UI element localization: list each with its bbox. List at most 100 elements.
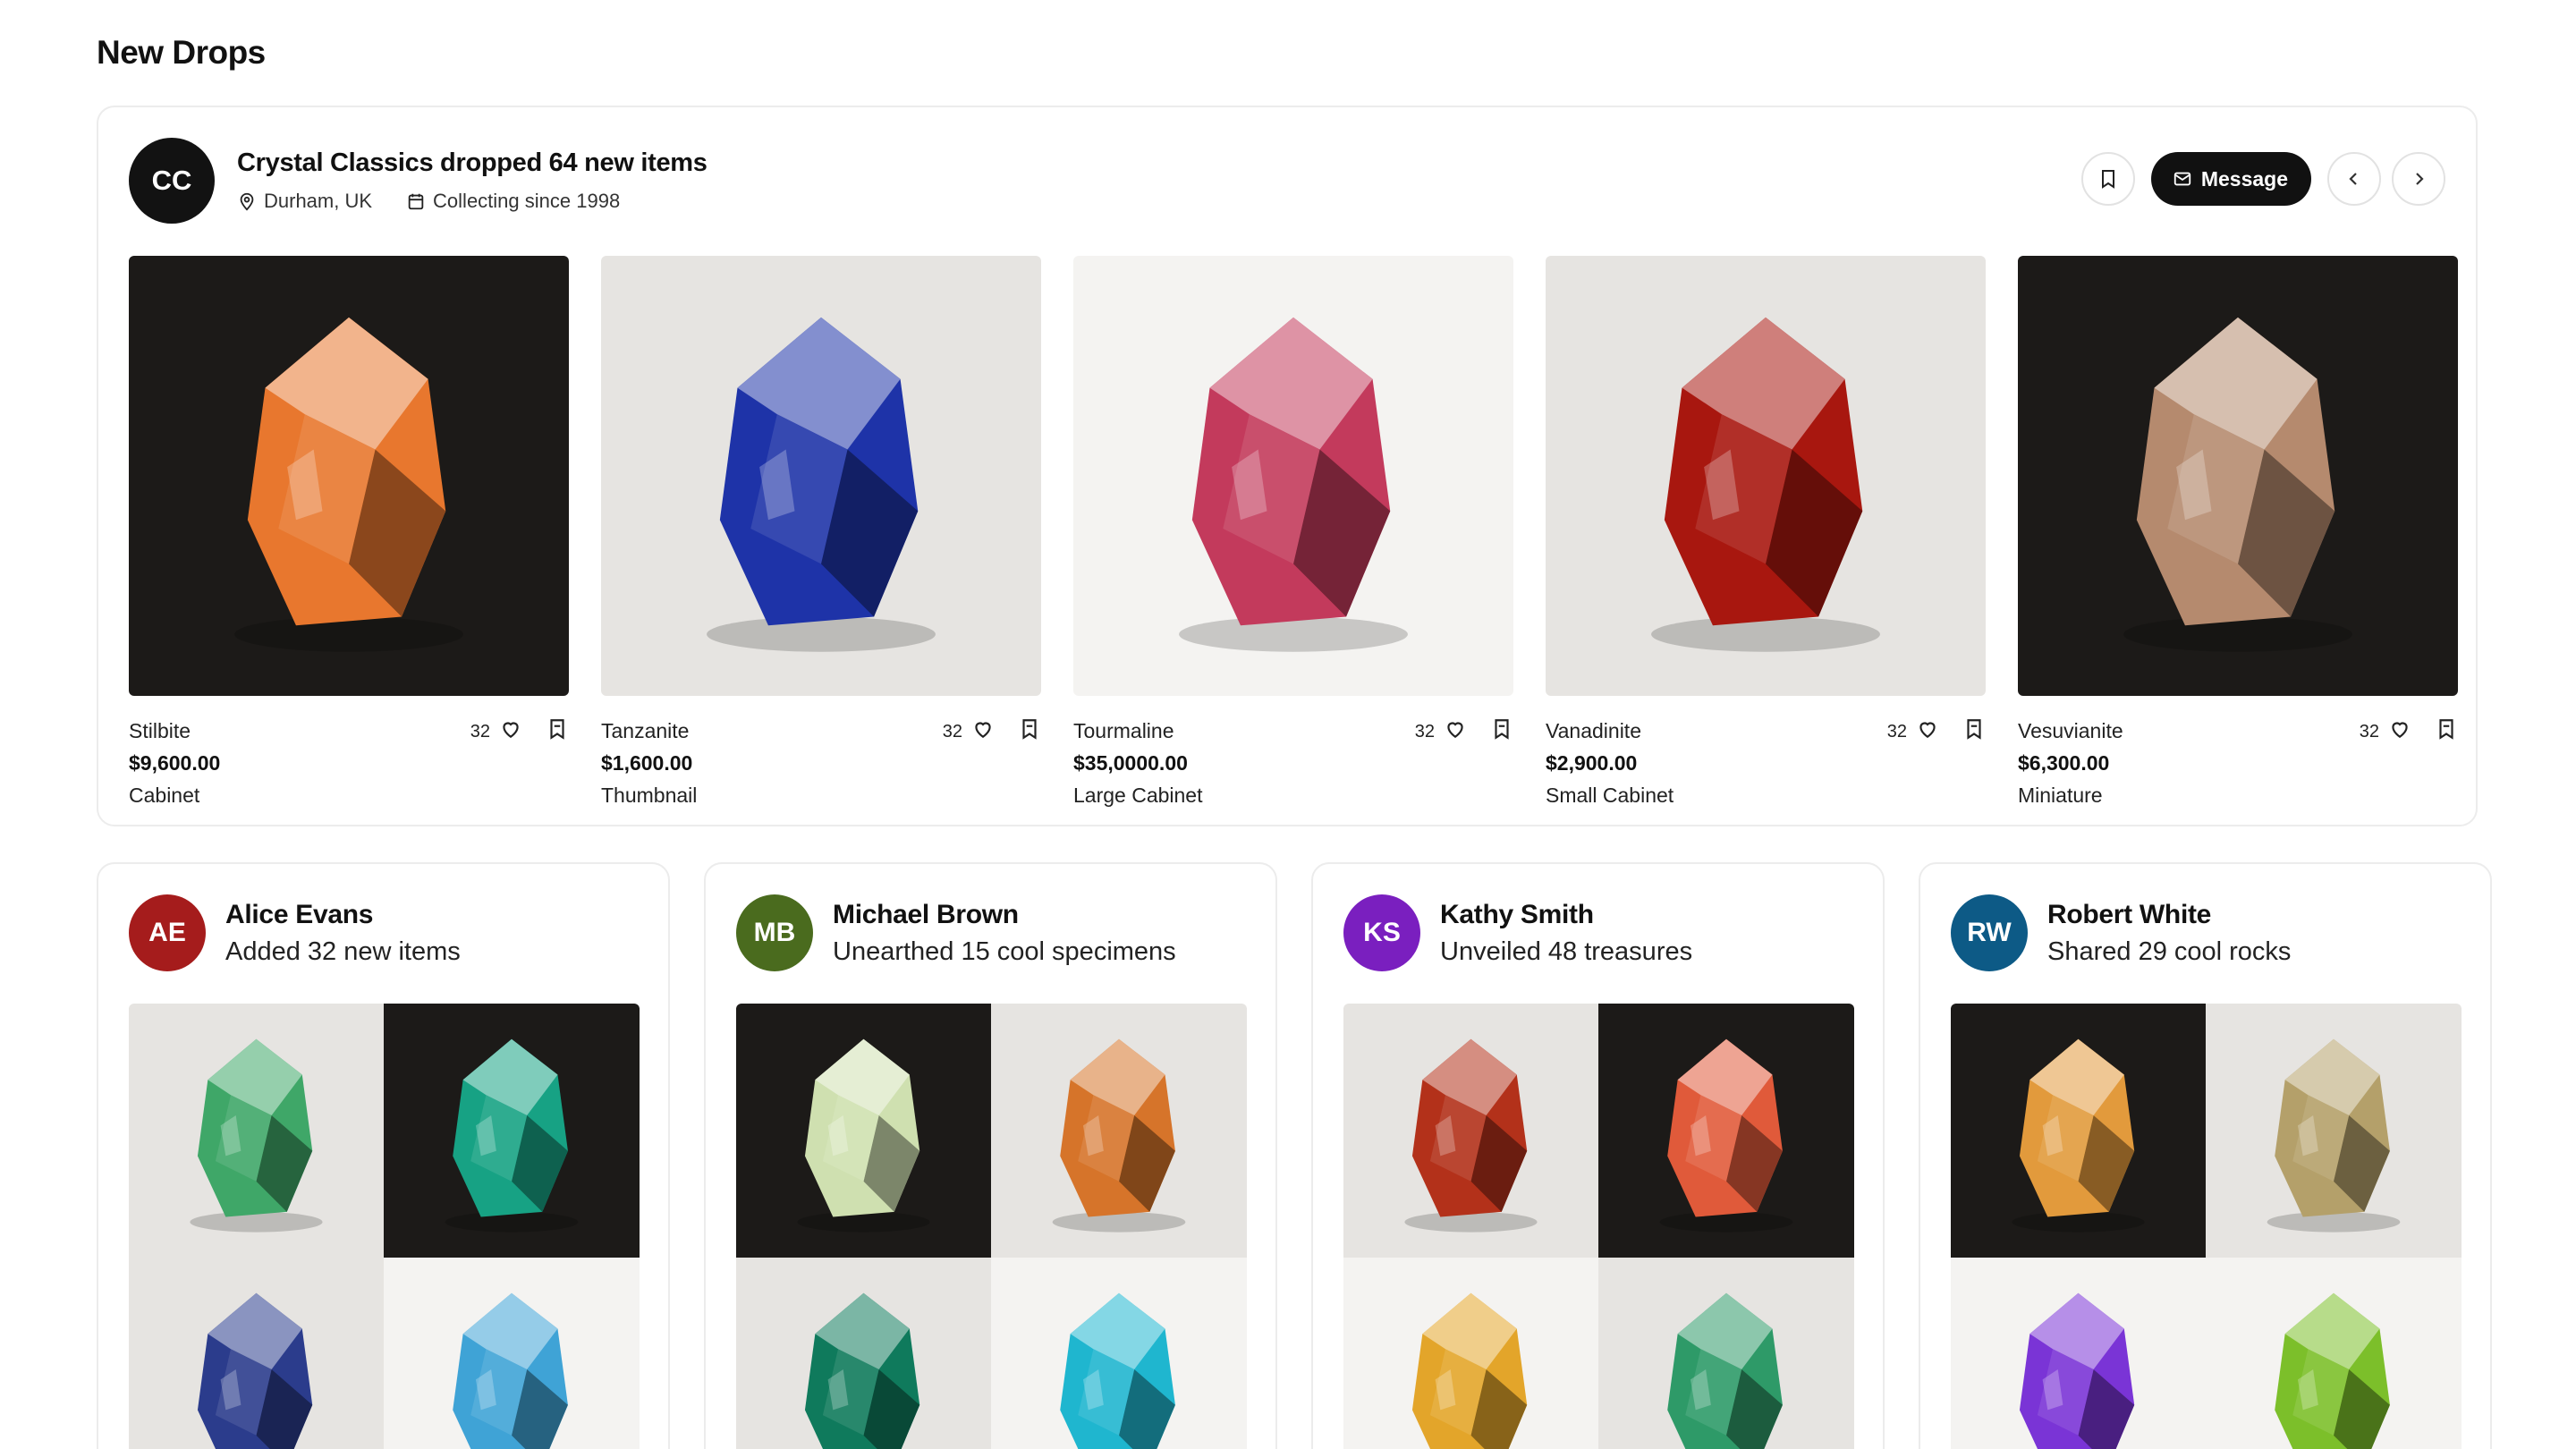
map-pin-icon: [240, 192, 254, 211]
message-button[interactable]: Message: [2150, 152, 2311, 206]
save-button[interactable]: [1018, 717, 1041, 746]
product-price: $35,0000.00: [1073, 751, 1188, 775]
collector-subtitle: Added 32 new items: [225, 937, 461, 966]
heart-icon: [2392, 722, 2408, 738]
product-image[interactable]: [1073, 256, 1513, 696]
specimen-thumbnail[interactable]: [129, 1004, 384, 1258]
specimen-thumbnail[interactable]: [1343, 1258, 1598, 1449]
specimen-thumbnail[interactable]: [1598, 1004, 1854, 1258]
bookmark-icon: [1967, 719, 1981, 740]
product-card[interactable]: Tanzanite $1,600.00 Thumbnail 32: [601, 256, 1041, 812]
product-size: Small Cabinet: [1546, 784, 1674, 807]
product-name[interactable]: Tourmaline: [1073, 719, 1174, 743]
page-title: New Drops: [97, 34, 266, 71]
location-text: Durham, UK: [264, 190, 373, 212]
like-button[interactable]: [971, 717, 995, 746]
like-button[interactable]: [2388, 717, 2411, 746]
collector-name[interactable]: Robert White: [2047, 900, 2211, 930]
save-seller-button[interactable]: [2080, 152, 2135, 206]
specimen-thumbnail[interactable]: [129, 1258, 384, 1449]
like-count: 32: [1886, 721, 1907, 741]
calendar-icon: [408, 193, 424, 210]
product-name[interactable]: Tanzanite: [601, 719, 689, 743]
drop-title[interactable]: Crystal Classics dropped 64 new items: [237, 148, 708, 178]
avatar[interactable]: AE: [129, 894, 206, 971]
collector-name[interactable]: Michael Brown: [833, 900, 1019, 930]
product-image[interactable]: [129, 256, 569, 696]
product-name[interactable]: Vanadinite: [1546, 719, 1641, 743]
product-image[interactable]: [601, 256, 1041, 696]
like-button[interactable]: [499, 717, 522, 746]
product-image[interactable]: [2018, 256, 2458, 696]
like-count: 32: [470, 721, 490, 741]
avatar[interactable]: MB: [736, 894, 813, 971]
product-price: $1,600.00: [601, 751, 693, 775]
specimen-thumbnail[interactable]: [1343, 1004, 1598, 1258]
specimen-thumbnail[interactable]: [1951, 1004, 2206, 1258]
product-size: Thumbnail: [601, 784, 698, 807]
next-button[interactable]: [2392, 152, 2445, 206]
specimen-thumbnail[interactable]: [1598, 1258, 1854, 1449]
product-card[interactable]: Stilbite $9,600.00 Cabinet 32: [129, 256, 569, 812]
like-count: 32: [1414, 721, 1435, 741]
save-button[interactable]: [546, 717, 569, 746]
product-card[interactable]: Tourmaline $35,0000.00 Large Cabinet 32: [1073, 256, 1513, 812]
bookmark-icon: [2101, 170, 2114, 189]
specimen-thumbnail[interactable]: [1951, 1258, 2206, 1449]
collector-card[interactable]: RW Robert White Shared 29 cool rocks: [1919, 862, 2492, 1449]
collector-subtitle: Shared 29 cool rocks: [2047, 937, 2292, 966]
avatar[interactable]: KS: [1343, 894, 1420, 971]
featured-drop-card: CC Crystal Classics dropped 64 new items…: [97, 106, 2478, 826]
collector-list: AE Alice Evans Added 32 new items MB Michael…: [97, 862, 2492, 1449]
specimen-thumbnail[interactable]: [2206, 1004, 2462, 1258]
mail-icon: [2174, 172, 2190, 186]
collector-card[interactable]: AE Alice Evans Added 32 new items: [97, 862, 670, 1449]
product-price: $2,900.00: [1546, 751, 1638, 775]
like-button[interactable]: [1916, 717, 1939, 746]
specimen-thumbnail[interactable]: [2206, 1258, 2462, 1449]
avatar[interactable]: RW: [1951, 894, 2028, 971]
product-size: Large Cabinet: [1073, 784, 1203, 807]
specimen-thumbnail[interactable]: [991, 1004, 1247, 1258]
specimen-grid: [1951, 1004, 2462, 1449]
save-button[interactable]: [1490, 717, 1513, 746]
heart-icon: [1447, 722, 1463, 738]
collector-subtitle: Unveiled 48 treasures: [1440, 937, 1693, 966]
collector-subtitle: Unearthed 15 cool specimens: [833, 937, 1176, 966]
chevron-right-icon: [2416, 173, 2424, 185]
message-label: Message: [2200, 166, 2288, 191]
product-price: $9,600.00: [129, 751, 221, 775]
product-card[interactable]: Vanadinite $2,900.00 Small Cabinet 32: [1546, 256, 1986, 812]
specimen-grid: [129, 1004, 640, 1449]
avatar[interactable]: CC: [129, 138, 215, 224]
like-button[interactable]: [1444, 717, 1467, 746]
bookmark-icon: [1022, 719, 1037, 740]
product-name[interactable]: Vesuvianite: [2018, 719, 2123, 743]
product-price: $6,300.00: [2018, 751, 2110, 775]
like-count: 32: [942, 721, 962, 741]
collector-name[interactable]: Alice Evans: [225, 900, 373, 930]
specimen-thumbnail[interactable]: [736, 1258, 991, 1449]
heart-icon: [503, 722, 519, 738]
collecting-since: Collecting since 1998: [406, 190, 620, 213]
product-card[interactable]: Vesuvianite $6,300.00 Miniature 32: [2018, 256, 2458, 812]
specimen-thumbnail[interactable]: [384, 1004, 640, 1258]
specimen-thumbnail[interactable]: [384, 1258, 640, 1449]
save-button[interactable]: [1962, 717, 1986, 746]
card-actions: Message: [2080, 152, 2445, 206]
product-name[interactable]: Stilbite: [129, 719, 191, 743]
specimen-thumbnail[interactable]: [736, 1004, 991, 1258]
heart-icon: [975, 722, 991, 738]
collector-name[interactable]: Kathy Smith: [1440, 900, 1594, 930]
chevron-left-icon: [2349, 173, 2357, 185]
collector-card[interactable]: MB Michael Brown Unearthed 15 cool specime…: [704, 862, 1277, 1449]
collector-card[interactable]: KS Kathy Smith Unveiled 48 treasures: [1311, 862, 1885, 1449]
specimen-thumbnail[interactable]: [991, 1258, 1247, 1449]
prev-button[interactable]: [2327, 152, 2381, 206]
specimen-grid: [1343, 1004, 1854, 1449]
collecting-since-text: Collecting since 1998: [433, 190, 621, 212]
product-size: Miniature: [2018, 784, 2103, 807]
save-button[interactable]: [2435, 717, 2458, 746]
specimen-grid: [736, 1004, 1247, 1449]
product-image[interactable]: [1546, 256, 1986, 696]
